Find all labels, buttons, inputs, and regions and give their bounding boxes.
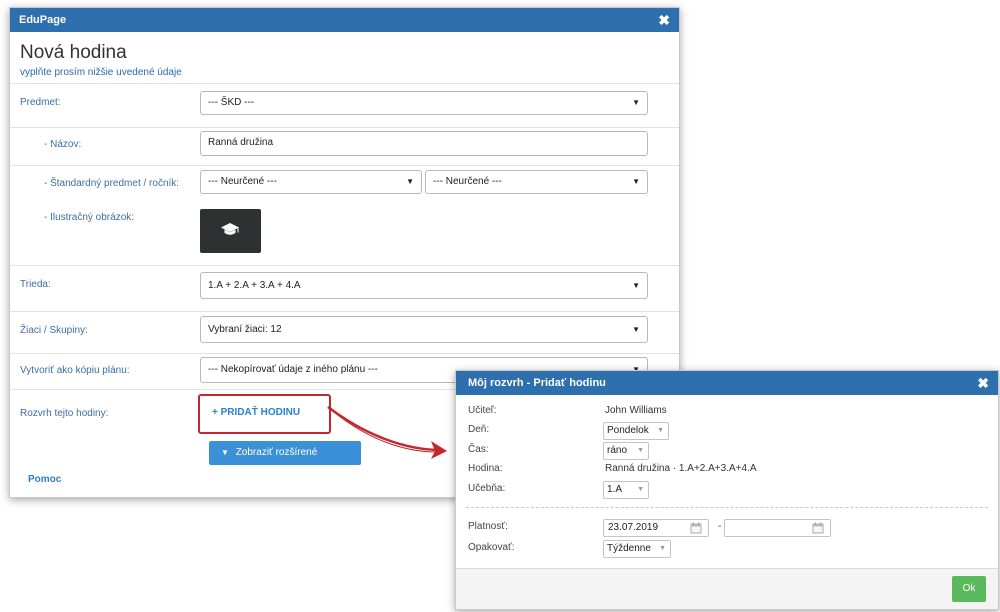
time-value: ráno — [607, 445, 628, 456]
class-value: 1.A + 2.A + 3.A + 4.A — [208, 280, 301, 291]
standard-subject-label: - Štandardný predmet / ročník: — [44, 178, 180, 189]
classroom-value: 1.A — [607, 484, 623, 495]
validity-from-value: 23.07.2019 — [608, 522, 659, 533]
help-link[interactable]: Pomoc — [28, 474, 61, 485]
validity-label: Platnosť: — [468, 521, 508, 532]
subject-value: --- ŠKD --- — [208, 97, 255, 108]
date-range-separator: - — [718, 521, 722, 532]
dialog-footer: Ok — [456, 568, 998, 609]
lesson-value: Ranná družina · 1.A+2.A+3.A+4.A — [605, 463, 757, 474]
chevron-down-icon: ▼ — [659, 545, 666, 552]
chevron-down-icon: ▼ — [657, 427, 664, 434]
time-select[interactable]: ráno ▼ — [603, 442, 649, 460]
close-icon[interactable]: ✖ — [658, 8, 670, 32]
ok-button[interactable]: Ok — [952, 576, 986, 602]
time-label: Čas: — [468, 444, 489, 455]
name-value: Ranná družina — [208, 137, 274, 148]
subject-row: Predmet: --- ŠKD --- ▼ — [10, 83, 679, 128]
name-label: - Názov: — [44, 139, 82, 150]
day-label: Deň: — [468, 424, 490, 435]
copy-plan-value: --- Nekopírovať údaje z iného plánu --- — [208, 364, 378, 375]
dialog-header: Nová hodina vyplňte prosím nižšie uveden… — [10, 32, 679, 82]
app-title: EduPage — [19, 14, 67, 26]
chevron-down-icon: ▼ — [637, 447, 644, 454]
classroom-select[interactable]: 1.A ▼ — [603, 481, 649, 499]
chevron-down-icon: ▼ — [406, 177, 414, 186]
teacher-label: Učiteľ: — [468, 405, 497, 416]
add-lesson-dialog: Môj rozvrh - Pridať hodinu ✖ Učiteľ: Joh… — [455, 370, 999, 610]
standard-subject-value: --- Neurčené --- — [208, 176, 277, 187]
chevron-down-icon: ▼ — [632, 177, 640, 186]
chevron-down-icon: ▼ — [632, 281, 640, 290]
students-value: Vybraní žiaci: 12 — [208, 324, 282, 335]
subject-select[interactable]: --- ŠKD --- ▼ — [200, 91, 648, 115]
image-label: - Ilustračný obrázok: — [44, 212, 135, 223]
name-row: - Názov: Ranná družina — [10, 127, 679, 166]
students-label: Žiaci / Skupiny: — [20, 325, 88, 336]
chevron-down-icon: ▼ — [632, 98, 640, 107]
name-input[interactable]: Ranná družina — [200, 131, 648, 156]
repeat-label: Opakovať: — [468, 542, 515, 553]
dialog-titlebar: EduPage ✖ — [10, 8, 679, 32]
section-divider — [466, 507, 988, 508]
students-select[interactable]: Vybraní žiaci: 12 ▼ — [200, 316, 648, 343]
calendar-icon[interactable] — [690, 522, 702, 534]
add-lesson-title: Môj rozvrh - Pridať hodinu — [468, 377, 606, 389]
page-subtitle: vyplňte prosím nižšie uvedené údaje — [20, 67, 182, 78]
repeat-value: Týždenne — [607, 543, 651, 554]
chevron-down-icon: ▼ — [632, 325, 640, 334]
close-icon[interactable]: ✖ — [977, 371, 989, 395]
advanced-settings-label: Zobraziť rozšírené nastavenia — [221, 447, 318, 482]
copy-plan-label: Vytvoriť ako kópiu plánu: — [20, 365, 130, 376]
validity-from-input[interactable]: 23.07.2019 — [603, 519, 709, 537]
pointer-arrow — [327, 406, 447, 459]
subject-label: Predmet: — [20, 97, 61, 108]
grade-select[interactable]: --- Neurčené --- ▼ — [425, 170, 648, 194]
class-row: Trieda: 1.A + 2.A + 3.A + 4.A ▼ — [10, 265, 679, 312]
add-lesson-highlight: + PRIDAŤ HODINU — [198, 394, 331, 434]
image-row: - Ilustračný obrázok: — [10, 203, 679, 265]
lesson-label: Hodina: — [468, 463, 503, 474]
add-lesson-link[interactable]: + PRIDAŤ HODINU — [212, 407, 300, 418]
page-title: Nová hodina — [20, 42, 127, 63]
chevron-down-icon: ▼ — [637, 486, 644, 493]
day-value: Pondelok — [607, 425, 649, 436]
class-label: Trieda: — [20, 279, 51, 290]
illustration-image[interactable] — [200, 209, 261, 253]
classroom-label: Učebňa: — [468, 483, 506, 494]
graduation-cap-icon — [221, 223, 239, 235]
students-row: Žiaci / Skupiny: Vybraní žiaci: 12 ▼ — [10, 311, 679, 354]
calendar-icon[interactable] — [812, 522, 824, 534]
class-select[interactable]: 1.A + 2.A + 3.A + 4.A ▼ — [200, 272, 648, 299]
schedule-label: Rozvrh tejto hodiny: — [20, 408, 109, 419]
grade-value: --- Neurčené --- — [433, 176, 502, 187]
standard-subject-select[interactable]: --- Neurčené --- ▼ — [200, 170, 422, 194]
teacher-value: John Williams — [605, 405, 667, 416]
validity-to-input[interactable] — [724, 519, 831, 537]
add-lesson-titlebar: Môj rozvrh - Pridať hodinu ✖ — [456, 371, 998, 395]
repeat-select[interactable]: Týždenne ▼ — [603, 540, 671, 558]
caret-down-icon: ▼ — [221, 448, 229, 457]
standard-subject-row: - Štandardný predmet / ročník: --- Neurč… — [10, 165, 679, 204]
day-select[interactable]: Pondelok ▼ — [603, 422, 669, 440]
